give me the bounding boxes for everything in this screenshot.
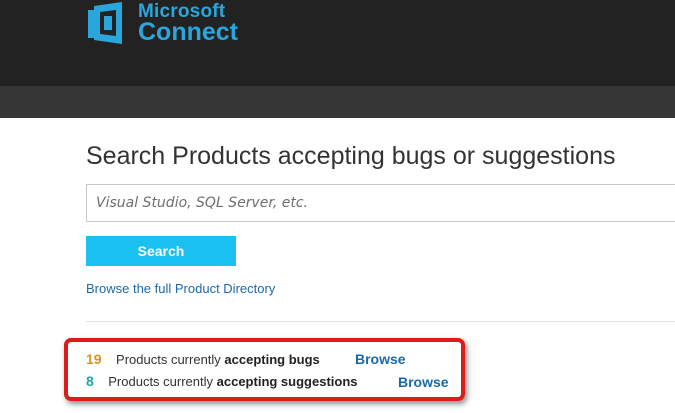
- suggestions-stat-row: 8 Products currently accepting suggestio…: [86, 373, 358, 389]
- browse-suggestions-link[interactable]: Browse: [398, 374, 449, 390]
- microsoft-connect-logo[interactable]: Microsoft Connect: [86, 0, 246, 48]
- browse-bugs-link[interactable]: Browse: [355, 351, 406, 367]
- page-title: Search Products accepting bugs or sugges…: [86, 142, 616, 170]
- logo-text-connect: Connect: [138, 18, 238, 46]
- suggestions-emphasis-text: accepting suggestions: [216, 374, 358, 389]
- bugs-emphasis-text: accepting bugs: [224, 352, 320, 367]
- highlight-annotation-box: [64, 338, 465, 401]
- product-search-input[interactable]: [86, 184, 675, 222]
- connect-logo-icon: [86, 0, 132, 48]
- suggestions-prefix-text: Products currently: [108, 374, 214, 389]
- navigation-bar: [0, 86, 675, 118]
- product-directory-link[interactable]: Browse the full Product Directory: [86, 281, 275, 296]
- bugs-prefix-text: Products currently: [116, 352, 221, 367]
- divider: [86, 321, 675, 322]
- suggestions-count: 8: [86, 373, 94, 389]
- search-button[interactable]: Search: [86, 236, 236, 266]
- bugs-count: 19: [86, 351, 102, 367]
- bugs-stat-row: 19 Products currently accepting bugs: [86, 351, 320, 367]
